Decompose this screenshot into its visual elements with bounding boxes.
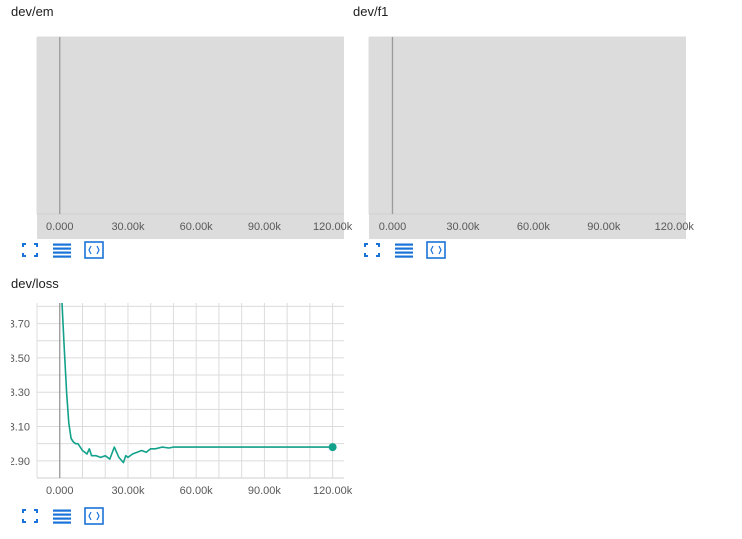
chart-card-dev-em: dev/em 54.058.062.066.070.00.00030.00k60…: [11, 4, 361, 266]
line-chart-dev-em[interactable]: 54.058.062.066.070.00.00030.00k60.00k90.…: [11, 4, 361, 239]
